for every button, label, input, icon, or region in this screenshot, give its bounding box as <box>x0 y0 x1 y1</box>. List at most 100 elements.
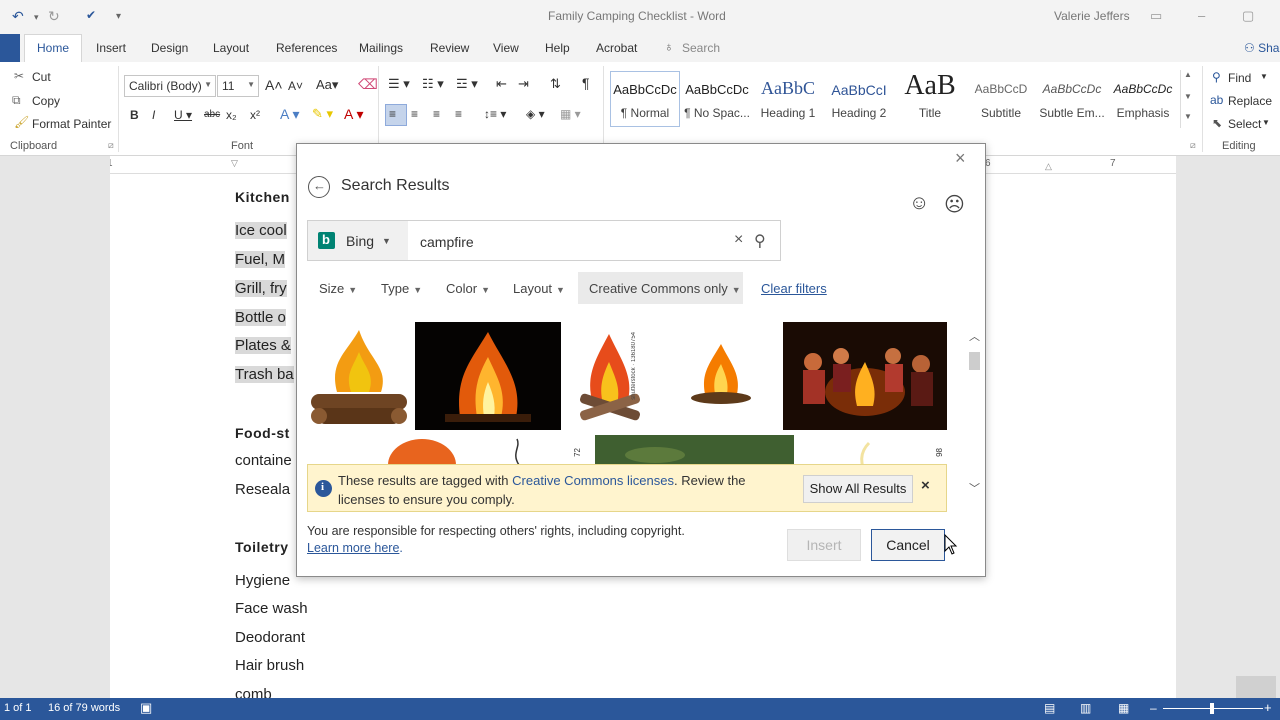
font-size-box[interactable]: 11 ▼ <box>217 75 259 97</box>
superscript-button[interactable]: x² <box>250 108 260 122</box>
style-title[interactable]: AaB Title <box>894 68 966 124</box>
grow-font-icon[interactable]: A˄ <box>265 77 283 93</box>
proofing-icon[interactable]: ▣ <box>140 700 152 716</box>
clear-filters-link[interactable]: Clear filters <box>761 281 827 296</box>
image-result[interactable] <box>415 322 561 430</box>
numbering-icon[interactable]: ☷ ▾ <box>422 76 444 92</box>
undo-dropdown-icon[interactable]: ▾ <box>34 12 39 23</box>
filter-layout[interactable]: Layout ▼ <box>513 281 565 296</box>
user-name[interactable]: Valerie Jeffers <box>1054 9 1130 23</box>
shading-icon[interactable]: ◈ ▾ <box>526 107 545 121</box>
bullets-icon[interactable]: ☰ ▾ <box>388 76 410 92</box>
find-button[interactable]: Find <box>1228 71 1251 85</box>
image-result[interactable] <box>799 435 929 467</box>
zoom-slider-thumb[interactable] <box>1210 703 1214 714</box>
multilevel-list-icon[interactable]: ☲ ▾ <box>456 76 478 92</box>
image-result[interactable] <box>595 435 794 467</box>
style-no-spacing[interactable]: AaBbCcDc ¶ No Spac... <box>681 68 753 124</box>
minimize-icon[interactable]: – <box>1198 8 1205 23</box>
cut-icon[interactable]: ✂ <box>14 69 24 83</box>
chevron-up-icon[interactable]: ▲ <box>1184 70 1192 79</box>
copy-icon[interactable]: ⧉ <box>12 93 21 108</box>
show-all-results-button[interactable]: Show All Results <box>803 475 913 503</box>
tab-acrobat[interactable]: Acrobat <box>596 41 637 55</box>
style-heading-2[interactable]: AaBbCcI Heading 2 <box>823 68 895 124</box>
image-result[interactable] <box>387 435 457 467</box>
spelling-check-icon[interactable]: ✔ <box>86 8 96 22</box>
image-result[interactable] <box>507 435 529 467</box>
font-color-icon[interactable]: A ▾ <box>344 106 363 123</box>
decrease-indent-icon[interactable]: ⇤ <box>496 76 507 92</box>
results-scrollbar[interactable]: ︿ ﹀ <box>967 320 983 502</box>
tab-references[interactable]: References <box>276 41 337 55</box>
page-count[interactable]: 1 of 1 <box>4 702 32 714</box>
back-button[interactable]: ← <box>308 176 330 198</box>
style-normal[interactable]: AaBbCcDc ¶ Normal <box>609 68 681 124</box>
line-spacing-icon[interactable]: ↕≡ ▾ <box>484 107 506 121</box>
tab-home-label[interactable]: Home <box>37 41 69 55</box>
copy-button[interactable]: Copy <box>32 94 60 108</box>
style-emphasis[interactable]: AaBbCcDc Emphasis <box>1107 68 1179 124</box>
search-input[interactable]: campfire <box>420 234 474 250</box>
format-painter-icon[interactable]: 🖌 <box>14 115 29 129</box>
change-case-icon[interactable]: Aa▾ <box>316 77 338 93</box>
chevron-down-icon[interactable]: ▼ <box>1184 92 1192 101</box>
chevron-down-icon[interactable]: ▼ <box>1262 118 1270 127</box>
style-heading-1[interactable]: AaBbC Heading 1 <box>752 68 824 124</box>
increase-indent-icon[interactable]: ⇥ <box>518 76 529 92</box>
tab-layout[interactable]: Layout <box>213 41 249 55</box>
replace-button[interactable]: Replace <box>1228 94 1272 108</box>
image-result[interactable]: shutterstock · 136180754 <box>565 322 661 430</box>
clear-search-icon[interactable]: × <box>734 231 743 249</box>
filter-color[interactable]: Color ▼ <box>446 281 490 296</box>
web-layout-icon[interactable]: ▦ <box>1118 701 1129 715</box>
select-icon[interactable]: ⬉ <box>1212 116 1222 130</box>
smile-feedback-icon[interactable]: ☺ <box>909 192 929 215</box>
learn-more-link[interactable]: Learn more here. <box>307 541 403 555</box>
tab-file[interactable] <box>0 34 20 62</box>
image-result[interactable] <box>665 322 777 430</box>
close-icon[interactable]: × <box>921 477 930 494</box>
styles-launcher-icon[interactable]: ⧄ <box>1190 140 1196 151</box>
underline-button[interactable]: U ▾ <box>174 108 192 122</box>
clipboard-launcher-icon[interactable]: ⧄ <box>108 140 114 151</box>
zoom-out-icon[interactable]: – <box>1150 701 1157 715</box>
share-button[interactable]: ⚇ Sha <box>1244 41 1279 55</box>
tab-insert[interactable]: Insert <box>96 41 126 55</box>
styles-scroll[interactable]: ▲ ▼ ▼ <box>1180 70 1194 128</box>
ribbon-display-icon[interactable]: ▭ <box>1150 8 1162 24</box>
image-result[interactable] <box>307 322 411 430</box>
chevron-up-icon[interactable]: ︿ <box>969 328 980 344</box>
font-name-box[interactable]: Calibri (Body) ▼ <box>124 75 216 97</box>
highlight-icon[interactable]: ✎ ▾ <box>312 106 333 122</box>
cut-button[interactable]: Cut <box>32 70 51 84</box>
search-icon[interactable]: ⚲ <box>754 231 766 251</box>
cancel-button[interactable]: Cancel <box>871 529 945 561</box>
cc-licenses-link[interactable]: Creative Commons licenses <box>512 473 674 488</box>
lightbulb-icon[interactable]: ♁ <box>664 39 674 54</box>
customize-qat-icon[interactable]: ▾ <box>116 11 121 22</box>
style-subtitle[interactable]: AaBbCcD Subtitle <box>965 68 1037 124</box>
frown-feedback-icon[interactable]: ☹ <box>944 192 965 217</box>
left-indent-marker[interactable]: ▽ <box>231 158 238 169</box>
filter-type[interactable]: Type ▼ <box>381 281 422 296</box>
styles-more-icon[interactable]: ▼ <box>1184 112 1192 121</box>
borders-icon[interactable]: ▦ ▾ <box>560 107 581 121</box>
strikethrough-button[interactable]: abc <box>204 109 220 120</box>
sort-icon[interactable]: ⇅ <box>550 76 561 92</box>
tell-me-search[interactable]: Search <box>682 41 720 55</box>
tab-design[interactable]: Design <box>151 41 188 55</box>
tab-mailings[interactable]: Mailings <box>359 41 403 55</box>
word-count[interactable]: 16 of 79 words <box>48 702 120 714</box>
replace-icon[interactable]: ab <box>1210 93 1223 107</box>
zoom-in-icon[interactable]: + <box>1264 700 1272 715</box>
shrink-font-icon[interactable]: A˅ <box>288 79 303 93</box>
print-layout-icon[interactable]: ▥ <box>1080 701 1091 715</box>
redo-icon[interactable]: ↻ <box>48 8 60 25</box>
filter-creative-commons-label[interactable]: Creative Commons only ▼ <box>589 281 741 296</box>
tab-view[interactable]: View <box>493 41 519 55</box>
insert-button[interactable]: Insert <box>787 529 861 561</box>
find-icon[interactable]: ⚲ <box>1212 70 1221 84</box>
select-button[interactable]: Select <box>1228 117 1261 131</box>
subscript-button[interactable]: x₂ <box>226 108 237 122</box>
